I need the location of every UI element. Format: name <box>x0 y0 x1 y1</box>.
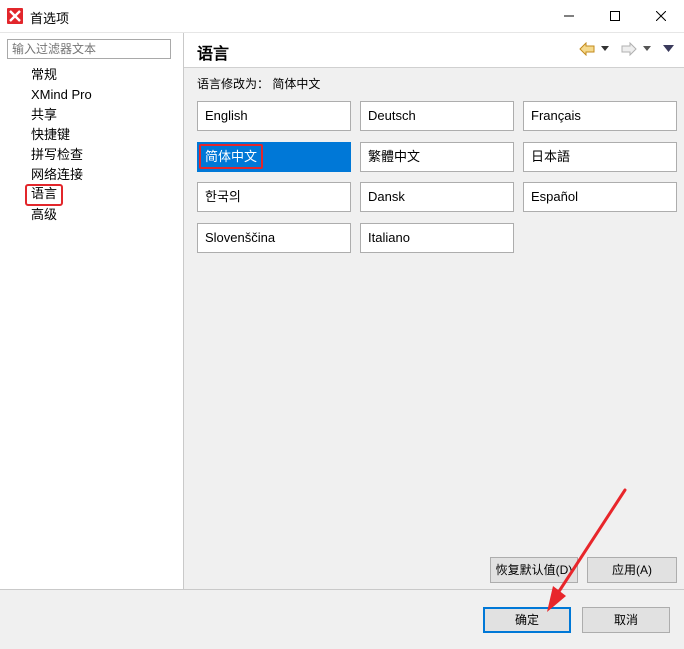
language-button-italiano[interactable]: Italiano <box>360 223 514 253</box>
language-button-label: 简体中文 <box>199 144 264 169</box>
view-menu-icon[interactable] <box>663 45 674 53</box>
nav-item-xmind-pro[interactable]: XMind Pro <box>31 86 92 104</box>
close-icon <box>656 11 666 21</box>
filter-input[interactable] <box>7 39 171 59</box>
language-button-korean[interactable]: 한국의 <box>197 182 351 212</box>
language-button-dansk[interactable]: Dansk <box>360 182 514 212</box>
forward-arrow-icon[interactable] <box>621 42 637 56</box>
nav-item-network[interactable]: 网络连接 <box>31 166 83 184</box>
language-button-slovenscina[interactable]: Slovenščina <box>197 223 351 253</box>
cancel-button[interactable]: 取消 <box>582 607 670 633</box>
maximize-button[interactable] <box>592 0 638 32</box>
nav-item-general[interactable]: 常规 <box>31 66 57 84</box>
language-button-traditional-chinese[interactable]: 繁體中文 <box>360 142 514 172</box>
language-button-simplified-chinese[interactable]: 简体中文 <box>197 142 351 172</box>
language-button-japanese[interactable]: 日本語 <box>523 142 677 172</box>
apply-button[interactable]: 应用(A) <box>587 557 677 583</box>
maximize-icon <box>610 11 620 21</box>
ok-button[interactable]: 确定 <box>483 607 571 633</box>
language-button-english[interactable]: English <box>197 101 351 131</box>
back-arrow-icon[interactable] <box>579 42 595 56</box>
dropdown-icon[interactable] <box>601 46 609 52</box>
preferences-nav-pane: 常规 XMind Pro 共享 快捷键 拼写检查 网络连接 语言 高级 <box>0 33 184 589</box>
current-language-label: 语言修改为： 简体中文 <box>197 77 321 91</box>
page-title: 语言 <box>197 46 230 63</box>
page-nav-toolbar <box>579 42 674 56</box>
title-bar: 首选项 <box>0 0 684 33</box>
minimize-button[interactable] <box>546 0 592 32</box>
minimize-icon <box>564 15 574 17</box>
language-button-francais[interactable]: Français <box>523 101 677 131</box>
nav-item-advanced[interactable]: 高级 <box>31 206 57 224</box>
restore-defaults-button[interactable]: 恢复默认值(D) <box>490 557 578 583</box>
dialog-footer: 确定 取消 <box>0 589 684 649</box>
close-button[interactable] <box>638 0 684 32</box>
nav-item-language[interactable]: 语言 <box>25 184 64 206</box>
language-button-deutsch[interactable]: Deutsch <box>360 101 514 131</box>
nav-item-sharing[interactable]: 共享 <box>31 106 57 124</box>
page-header: 语言 <box>184 33 684 68</box>
preferences-page: 语言 语言修改为： 简体中文 English Deutsch Français … <box>184 33 684 589</box>
nav-item-spellcheck[interactable]: 拼写检查 <box>31 146 83 164</box>
language-button-espanol[interactable]: Español <box>523 182 677 212</box>
xmind-logo-icon <box>7 8 23 24</box>
window-title: 首选项 <box>30 11 70 26</box>
dropdown-icon[interactable] <box>643 46 651 52</box>
nav-item-shortcuts[interactable]: 快捷键 <box>31 126 70 144</box>
